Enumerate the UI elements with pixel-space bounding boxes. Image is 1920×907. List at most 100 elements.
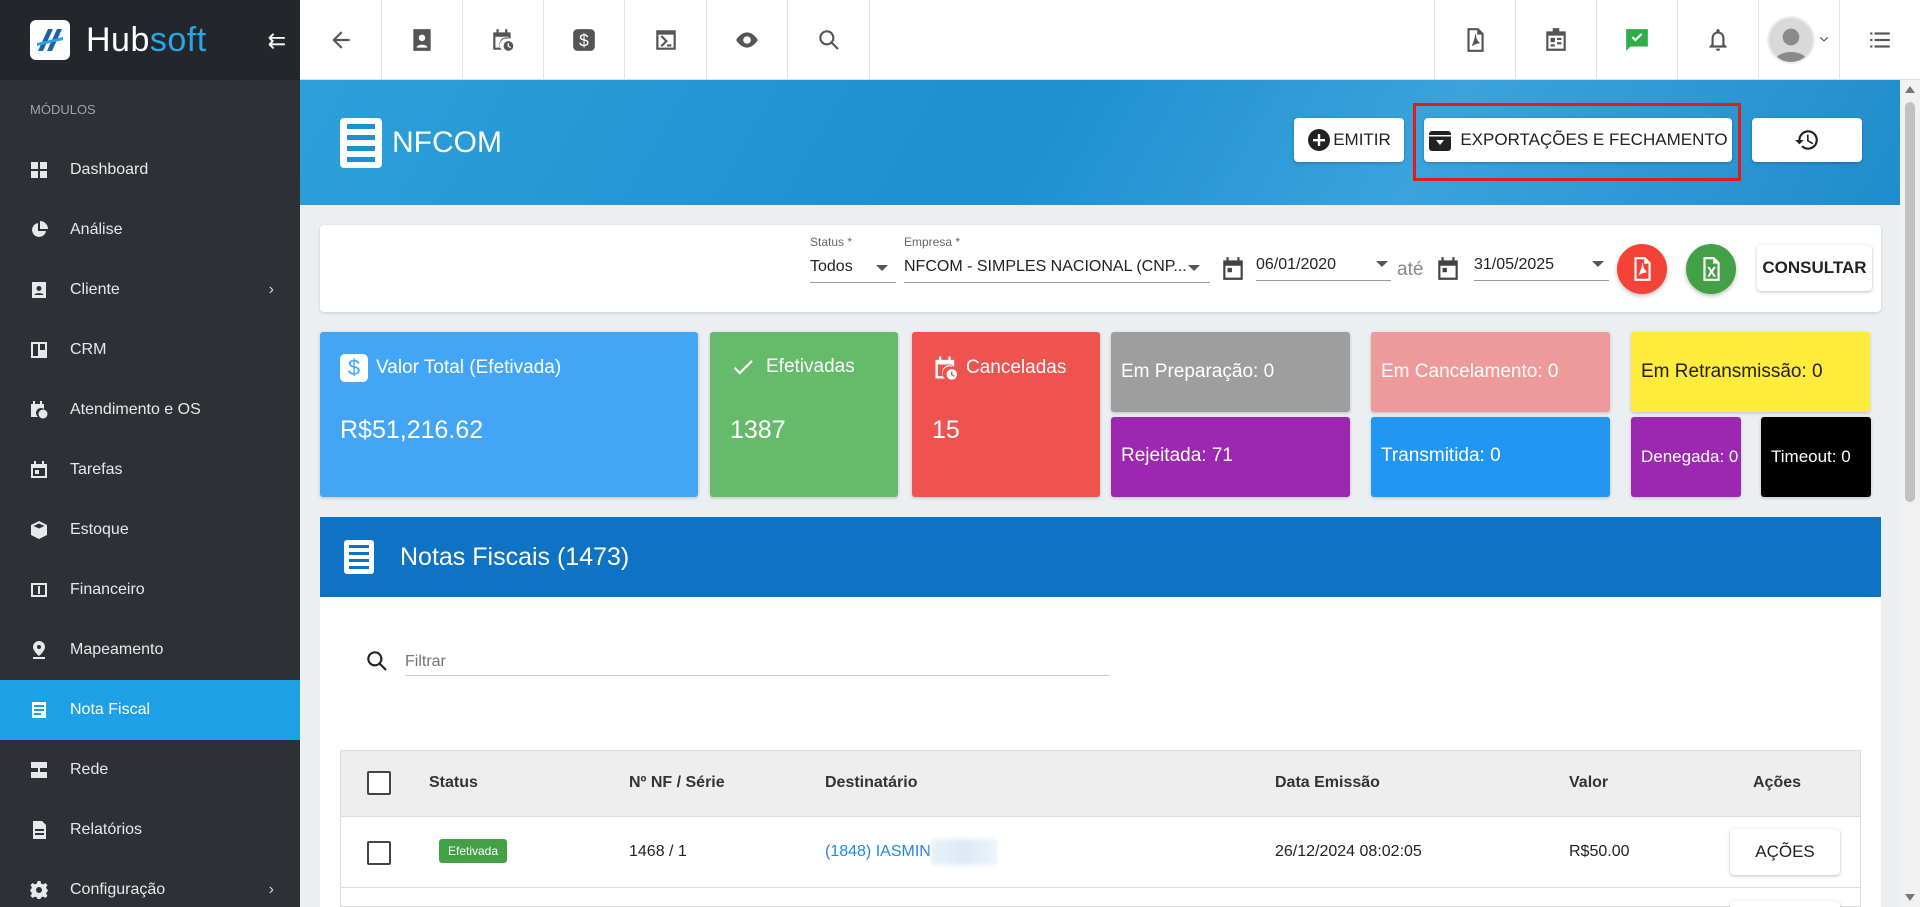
select-all-checkbox[interactable] [367, 771, 391, 795]
sidebar-item-cliente[interactable]: Cliente › [0, 260, 300, 320]
history-button[interactable] [1752, 118, 1862, 162]
receipt-icon [30, 701, 48, 719]
financial-button[interactable]: $ [544, 0, 625, 80]
status-badge: Efetivada [439, 839, 508, 863]
pdf-icon [1467, 28, 1484, 52]
hubsoft-logo-icon [30, 20, 70, 60]
notas-fiscais-header: Notas Fiscais (1473) [320, 517, 1881, 597]
pdf-icon [1634, 257, 1651, 281]
emitir-button[interactable]: EMITIR [1294, 118, 1404, 162]
chevron-right-icon: › [268, 881, 274, 898]
scroll-up-icon[interactable] [1905, 86, 1915, 93]
history-icon [1795, 130, 1818, 150]
emitir-label: EMITIR [1333, 130, 1391, 149]
rejeitada-text: Rejeitada: 71 [1121, 445, 1233, 466]
sidebar-item-atendimento[interactable]: Atendimento e OS [0, 380, 300, 440]
search-button[interactable] [788, 0, 870, 80]
sidebar-item-estoque[interactable]: Estoque [0, 500, 300, 560]
row-checkbox[interactable] [367, 841, 391, 865]
contacts-button[interactable] [382, 0, 463, 80]
sidebar-item-label: Dashboard [70, 161, 149, 178]
svg-text:$: $ [579, 31, 589, 51]
canceladas-label: Canceladas [966, 357, 1067, 378]
contact-card-icon [413, 29, 431, 51]
sidebar-item-nota-fiscal[interactable]: Nota Fiscal [0, 680, 300, 740]
date-to-caret-icon [1592, 261, 1604, 267]
user-menu-button[interactable] [1758, 0, 1839, 80]
column-header-destinatario[interactable]: Destinatário [825, 774, 917, 792]
brand-name: Hubsoft [86, 20, 207, 59]
rejeitada-card: Rejeitada: 71 [1111, 417, 1350, 497]
filter-input[interactable] [405, 648, 1110, 676]
column-header-status[interactable]: Status [429, 774, 478, 792]
sidebar-item-analise[interactable]: Análise [0, 200, 300, 260]
table-row: Efetivada 1468 / 1 (1848) IASMIN 26/12/2… [341, 817, 1860, 888]
calendar-clock-icon [493, 29, 514, 51]
tasks-icon [30, 461, 48, 479]
scroll-down-icon[interactable] [1905, 894, 1915, 901]
date-from-input[interactable]: 06/01/2020 [1256, 256, 1391, 281]
page-title: NFCOM [340, 118, 502, 168]
sidebar-item-tarefas[interactable]: Tarefas [0, 440, 300, 500]
next-row-acoes-button[interactable] [1730, 901, 1840, 907]
message-check-icon [1626, 29, 1648, 51]
calendar-to-icon[interactable] [1435, 256, 1461, 282]
date-to-input[interactable]: 31/05/2025 [1474, 256, 1609, 281]
messages-button[interactable] [1596, 0, 1677, 80]
menu-list-button[interactable] [1839, 0, 1920, 80]
highlight-box [1413, 103, 1741, 181]
sidebar-item-label: Atendimento e OS [70, 401, 201, 418]
column-header-nf-serie[interactable]: Nº NF / Série [629, 774, 725, 792]
sidebar-item-relatorios[interactable]: Relatórios [0, 800, 300, 860]
avatar [1767, 16, 1815, 64]
sidebar-item-crm[interactable]: CRM [0, 320, 300, 380]
sidebar-item-financeiro[interactable]: Financeiro [0, 560, 300, 620]
empresa-caret-icon [1188, 265, 1200, 271]
logo-bar: Hubsoft ⇇ [0, 0, 300, 80]
column-header-acoes: Ações [1753, 774, 1802, 791]
notifications-button[interactable] [1677, 0, 1758, 80]
collapse-sidebar-icon[interactable]: ⇇ [268, 28, 286, 54]
calendar-clock-icon [935, 356, 958, 380]
calendar-clock-icon [30, 401, 48, 419]
empresa-select[interactable]: NFCOM - SIMPLES NACIONAL (CNP... [904, 258, 1210, 283]
column-header-data-emissao[interactable]: Data Emissão [1275, 774, 1380, 792]
em-preparacao-text: Em Preparação: 0 [1121, 361, 1275, 382]
em-retransmissao-text: Em Retransmissão: 0 [1641, 361, 1823, 382]
bell-icon [1709, 29, 1727, 51]
empresa-label: Empresa * [904, 235, 961, 249]
excel-icon [1703, 257, 1720, 281]
sidebar-item-label: Financeiro [70, 581, 145, 598]
page-scrollbar[interactable] [1900, 80, 1920, 907]
export-pdf-button[interactable] [1617, 244, 1667, 294]
sidebar-item-rede[interactable]: Rede [0, 740, 300, 800]
board-icon [30, 341, 48, 359]
arrow-left-icon [331, 31, 350, 49]
search-icon [818, 30, 839, 50]
server-icon [30, 761, 48, 779]
view-button[interactable] [707, 0, 788, 80]
column-header-valor[interactable]: Valor [1569, 774, 1608, 792]
company-button[interactable] [1515, 0, 1596, 80]
calendar-from-icon[interactable] [1220, 256, 1246, 282]
chevron-right-icon: › [268, 281, 274, 298]
add-circle-icon [1308, 129, 1331, 151]
export-excel-button[interactable] [1686, 244, 1736, 294]
back-button[interactable] [300, 0, 382, 80]
top-bar: $ [300, 0, 1920, 80]
terminal-button[interactable] [625, 0, 707, 80]
sidebar-item-configuracao[interactable]: Configuração › [0, 860, 300, 907]
schedule-button[interactable] [463, 0, 544, 80]
map-pin-icon [30, 641, 48, 659]
sidebar-item-label: Análise [70, 221, 123, 238]
sidebar-item-dashboard[interactable]: Dashboard [0, 140, 300, 200]
pdf-button[interactable] [1434, 0, 1515, 80]
valor-total-card: $ Valor Total (Efetivada) R$51,216.62 [320, 332, 698, 497]
acoes-button[interactable]: AÇÕES [1730, 829, 1840, 875]
destinatario-link[interactable]: (1848) IASMIN [825, 843, 931, 861]
sidebar-item-mapeamento[interactable]: Mapeamento [0, 620, 300, 680]
notas-fiscais-title: Notas Fiscais (1473) [400, 542, 630, 571]
scroll-thumb[interactable] [1905, 102, 1915, 502]
table-header: Status Nº NF / Série Destinatário Data E… [341, 751, 1860, 817]
consultar-button[interactable]: CONSULTAR [1757, 245, 1872, 291]
